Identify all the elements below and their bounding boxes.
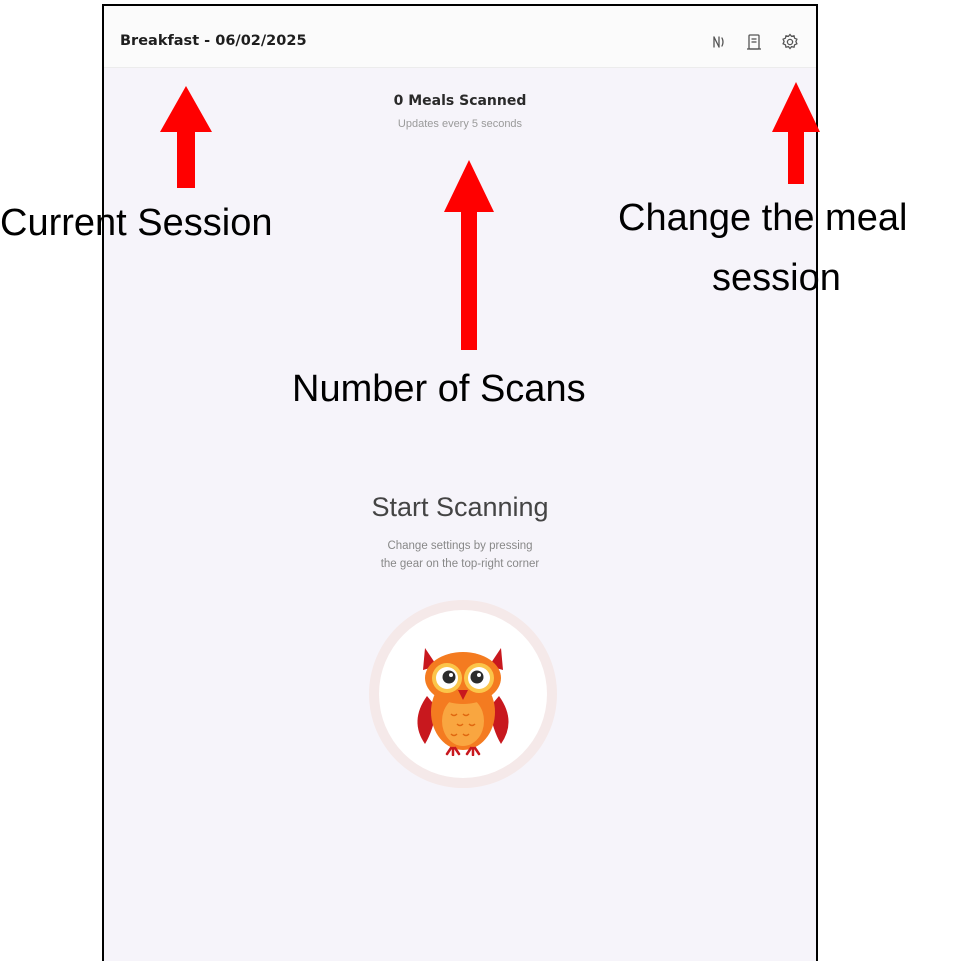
empty-state-hint-line1: Change settings by pressing xyxy=(387,540,533,552)
empty-state-hint-line2: the gear on the top-right corner xyxy=(380,558,540,570)
empty-state-hint: Change settings by pressing the gear on … xyxy=(104,537,816,573)
change-session-label-line2: session xyxy=(712,257,841,299)
change-session-label-line1: Change the meal xyxy=(618,197,908,239)
current-session-arrow xyxy=(160,86,212,188)
receipt-icon[interactable] xyxy=(742,30,766,54)
owl-mascot-icon xyxy=(417,648,509,756)
empty-state-title: Start Scanning xyxy=(371,492,549,522)
toolbar-icons xyxy=(706,30,802,54)
owl-illustration-ring xyxy=(369,600,557,788)
number-of-scans-arrow xyxy=(444,160,494,350)
gear-icon[interactable] xyxy=(778,30,802,54)
top-bar: Breakfast - 06/02/2025 xyxy=(104,6,816,68)
owl-illustration xyxy=(379,610,547,778)
nfc-icon[interactable] xyxy=(706,30,730,54)
number-of-scans-label: Number of Scans xyxy=(292,368,586,410)
change-session-arrow xyxy=(772,82,820,184)
current-session-label: Current Session xyxy=(0,202,273,244)
session-title[interactable]: Breakfast - 06/02/2025 xyxy=(120,33,307,49)
